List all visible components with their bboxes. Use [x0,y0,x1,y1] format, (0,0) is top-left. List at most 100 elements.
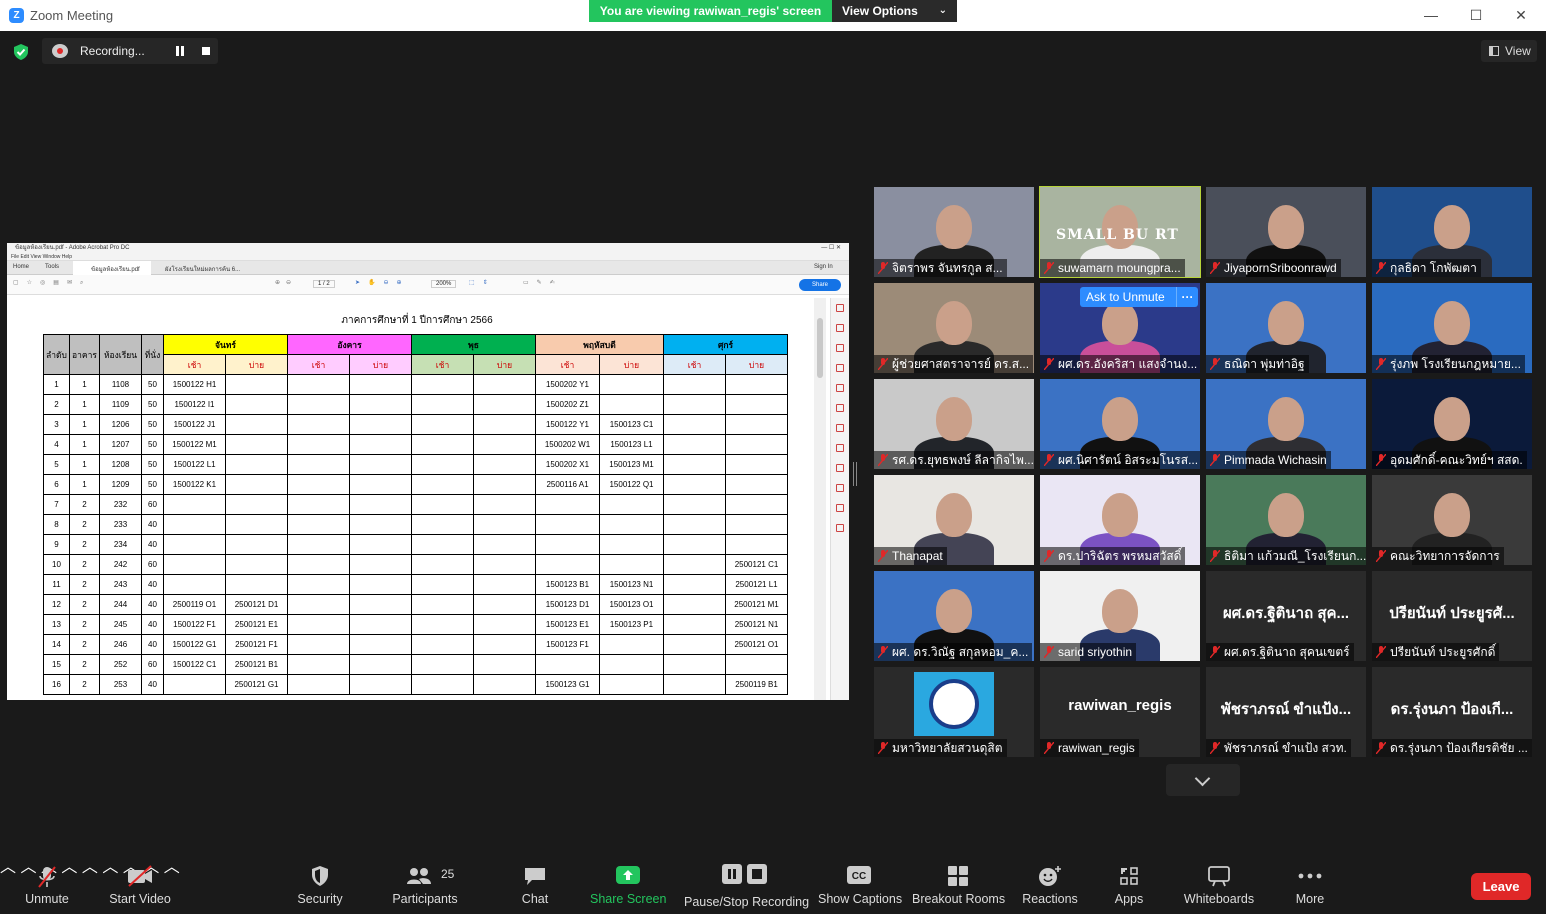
table-cell: 40 [141,674,164,695]
participant-tile[interactable]: พัชราภรณ์ ขำแป้ง... พัชราภรณ์ ขำแป้ง สวท. [1206,667,1366,757]
table-cell [663,454,726,475]
view-options-button[interactable]: View Options ⌄ [832,0,957,22]
acrobat-right-tools [830,298,849,700]
table-cell: 50 [141,434,164,455]
security-button[interactable]: Security [292,853,348,914]
breakout-rooms-label: Breakout Rooms [912,892,1006,906]
participant-name-label: ปรียนันท์ ประยูรศักดิ์ [1372,643,1500,661]
stop-recording-icon[interactable] [202,47,210,55]
participant-tile[interactable]: กุลธิดา โกพัฒตา [1372,187,1532,277]
audio-options-chevron-icon[interactable]: ︿ [0,859,16,876]
reactions-button[interactable]: Reactions [1020,853,1080,914]
participant-tile[interactable]: มหาวิทยาลัยสวนดุสิต [874,667,1034,757]
show-captions-button[interactable]: CC Show Captions [818,853,903,914]
participant-display-name: ดร.รุ่งนภา ป้องเกี... [1390,701,1514,718]
participant-name: JiyapornSriboonrawd [1224,261,1337,275]
participant-name: rawiwan_regis [1058,741,1135,755]
table-cell [663,674,726,695]
table-cell: 1500202 Z1 [535,394,600,415]
participant-tile[interactable]: Pimmada Wichasin [1206,379,1366,469]
table-cell: 50 [141,454,164,475]
table-cell: 2500121 F1 [225,634,288,655]
acrobat-share-button: Share [799,279,841,291]
panel-resize-handle[interactable] [853,462,857,486]
unmute-button[interactable]: Unmute [18,853,76,914]
chat-icon [525,868,545,885]
participant-tile[interactable]: รุ่งภพ โรงเรียนกฎหมาย... [1372,283,1532,373]
pause-recording-icon[interactable] [176,46,184,56]
minimize-button[interactable]: — [1416,4,1446,26]
participant-tile[interactable]: Thanapat [874,475,1034,565]
table-row: 11 2 243 40 1500123 B1 1500123 N1 2500121 L1 [43,574,788,595]
table-cell: 2500119 O1 [163,594,226,615]
participant-tile[interactable]: รศ.ดร.ยุทธพงษ์ ลีลากิจไพ... [874,379,1034,469]
table-cell: 1207 [99,434,142,455]
participant-tile[interactable]: อุดมศักดิ์-คณะวิทย์ฯ สสด. [1372,379,1532,469]
participant-name: ดร.รุ่งนภา ป้องเกียรติชัย ... [1390,741,1528,755]
participant-tile[interactable]: ดร.รุ่งนภา ป้องเกี... ดร.รุ่งนภา ป้องเกีย… [1372,667,1532,757]
participant-name: คณะวิทยาการจัดการ [1390,549,1500,563]
apps-button[interactable]: Apps [1106,853,1152,914]
page-nav-icons: ⊕⊖ [275,280,298,286]
table-cell [473,414,536,435]
table-cell: 2500121 M1 [725,594,788,615]
share-chevron-icon[interactable]: ︿ [82,859,98,876]
table-row: 1 1 1108 50 1500122 H1 1500202 Y1 [43,374,788,395]
participant-tile[interactable]: ผศ.นิศารัตน์ อิสระมโนรส... [1040,379,1200,469]
acrobat-toolbar: ▢☆◎▤✉⌕ ⊕⊖ 1 / 2 ➤✋⊖⊕ 200% ⬚⇕ ▭✎✍ Share [7,275,849,295]
participant-tile[interactable]: ธิติมา แก้วมณี_โรงเรียนก... [1206,475,1366,565]
view-button[interactable]: View [1481,40,1537,62]
table-cell: 1500122 F1 [163,614,226,635]
table-cell [349,594,412,615]
participant-name: มหาวิทยาลัยสวนดุสิต [892,741,1003,755]
table-cell: 253 [99,674,142,695]
share-screen-button[interactable]: Share Screen [590,853,666,914]
participants-icon [407,868,431,884]
table-row: 4 1 1207 50 1500122 M1 1500202 W1 1500123 L1 [43,434,788,455]
pause-stop-recording-button[interactable]: Pause/Stop Recording [684,853,809,914]
table-cell: 1500123 L1 [599,434,664,455]
next-page-button[interactable] [1166,764,1240,796]
participant-tile[interactable]: ผศ.ดร.ฐิตินาถ สุค... ผศ.ดร.ฐิตินาถ สุคนเข… [1206,571,1366,661]
participant-tile[interactable]: rawiwan_regis rawiwan_regis [1040,667,1200,757]
start-video-button[interactable]: Start Video [104,853,176,914]
participant-name: ธิติมา แก้วมณี_โรงเรียนก... [1224,549,1366,563]
show-captions-label: Show Captions [818,892,903,906]
table-cell [287,674,350,695]
captions-icon: CC [847,866,871,884]
participant-tile[interactable]: ผศ. ดร.วิณัฐ สกุลหอม_ค... [874,571,1034,661]
table-cell: 4 [43,434,70,455]
more-button[interactable]: More [1286,853,1334,914]
participant-tile[interactable]: sarid sriyothin [1040,571,1200,661]
maximize-button[interactable]: ☐ [1461,4,1491,26]
viewing-screen-label: You are viewing rawiwan_regis' screen [589,0,832,22]
breakout-rooms-button[interactable]: Breakout Rooms [912,853,1006,914]
table-cell: 1500122 Y1 [535,414,600,435]
table-cell [663,554,726,575]
share-screen-icon [616,866,640,884]
participant-tile[interactable]: SMALL BU RT suwamarn moungpra... [1039,186,1201,278]
participants-button[interactable]: 25 Participants [392,853,458,914]
table-cell [411,394,474,415]
close-button[interactable]: ✕ [1506,4,1536,26]
table-cell: 60 [141,654,164,675]
participant-tile[interactable]: JiyapornSriboonrawd [1206,187,1366,277]
leave-button[interactable]: Leave [1471,873,1531,900]
participant-tile[interactable]: จิตราพร จันทรกูล ส... [874,187,1034,277]
participant-tile[interactable]: ผู้ช่วยศาสตราจารย์ ดร.ส... [874,283,1034,373]
whiteboards-button[interactable]: Whiteboards [1180,853,1258,914]
encryption-shield-icon[interactable] [12,43,30,61]
shared-screen[interactable]: ข้อมูลห้องเรียน.pdf - Adobe Acrobat Pro … [7,243,849,700]
table-cell: 15 [43,654,70,675]
participant-tile[interactable]: ดร.ปาริฉัตร พรหมสวัสดิ์ [1040,475,1200,565]
more-options-icon[interactable]: ··· [1176,287,1198,307]
table-cell [349,514,412,535]
participant-tile[interactable]: ปรียนันท์ ประยูรศั... ปรียนันท์ ประยูรศัก… [1372,571,1532,661]
participant-tile[interactable]: ธณิดา พุ่มท่าอิฐ [1206,283,1366,373]
chat-button[interactable]: Chat [512,853,558,914]
table-cell [663,394,726,415]
ask-to-unmute-button[interactable]: Ask to Unmute ··· [1080,287,1198,307]
table-cell: 1500202 W1 [535,434,600,455]
participant-tile[interactable]: คณะวิทยาการจัดการ [1372,475,1532,565]
table-cell: 1206 [99,414,142,435]
